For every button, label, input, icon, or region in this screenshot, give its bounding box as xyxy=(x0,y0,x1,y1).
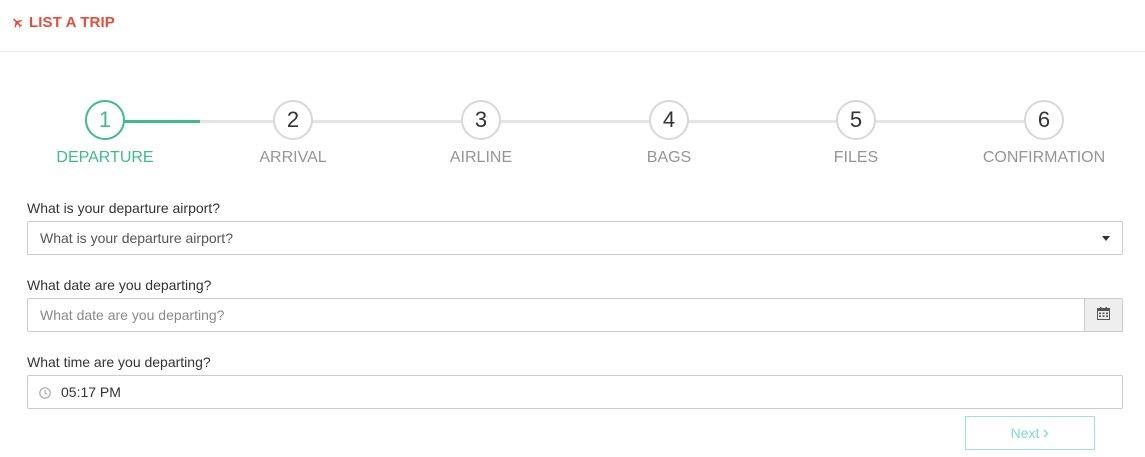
time-label: What time are you departing? xyxy=(27,354,211,370)
page-header: LIST A TRIP xyxy=(0,0,1145,52)
page-title: LIST A TRIP xyxy=(11,14,115,31)
date-picker-button[interactable] xyxy=(1084,299,1122,331)
step-airline[interactable]: 3 AIRLINE xyxy=(411,100,551,167)
airport-label: What is your departure airport? xyxy=(27,200,220,216)
step-label: AIRLINE xyxy=(449,149,513,166)
step-number: 1 xyxy=(85,100,125,140)
time-field-group: What time are you departing? 05:17 PM xyxy=(27,352,1123,409)
time-input[interactable]: 05:17 PM xyxy=(27,375,1123,409)
step-number: 2 xyxy=(273,100,313,140)
date-label: What date are you departing? xyxy=(27,277,212,293)
step-number: 5 xyxy=(836,100,876,140)
airplane-icon xyxy=(11,16,24,29)
airport-select[interactable]: What is your departure airport? xyxy=(27,221,1123,255)
step-label: BAGS xyxy=(646,149,692,166)
step-files[interactable]: 5 FILES xyxy=(786,100,926,167)
departure-form: What is your departure airport? What is … xyxy=(27,198,1123,429)
clock-icon xyxy=(39,386,51,402)
date-field xyxy=(27,298,1123,332)
chevron-down-icon xyxy=(1102,236,1110,241)
airport-select-value: What is your departure airport? xyxy=(40,230,233,246)
date-field-group: What date are you departing? xyxy=(27,275,1123,332)
step-label: FILES xyxy=(833,149,879,166)
airport-field-group: What is your departure airport? What is … xyxy=(27,198,1123,255)
step-number: 4 xyxy=(649,100,689,140)
next-button-label: Next xyxy=(1010,425,1040,441)
date-input[interactable] xyxy=(28,299,1068,331)
step-label: ARRIVAL xyxy=(259,149,327,166)
page-title-text: LIST A TRIP xyxy=(29,14,115,31)
step-label: DEPARTURE xyxy=(56,149,154,166)
step-label: CONFIRMATION xyxy=(982,149,1106,166)
step-number: 6 xyxy=(1024,100,1064,140)
step-departure[interactable]: 1 DEPARTURE xyxy=(35,100,175,167)
calendar-icon xyxy=(1097,307,1110,323)
time-value: 05:17 PM xyxy=(61,384,121,400)
next-button[interactable]: Next xyxy=(965,416,1095,450)
step-arrival[interactable]: 2 ARRIVAL xyxy=(223,100,363,167)
step-confirmation[interactable]: 6 CONFIRMATION xyxy=(974,100,1114,167)
step-bags[interactable]: 4 BAGS xyxy=(599,100,739,167)
step-number: 3 xyxy=(461,100,501,140)
chevron-right-icon xyxy=(1043,425,1049,441)
progress-stepper: 1 DEPARTURE 2 ARRIVAL 3 AIRLINE 4 BAGS 5… xyxy=(0,100,1145,175)
